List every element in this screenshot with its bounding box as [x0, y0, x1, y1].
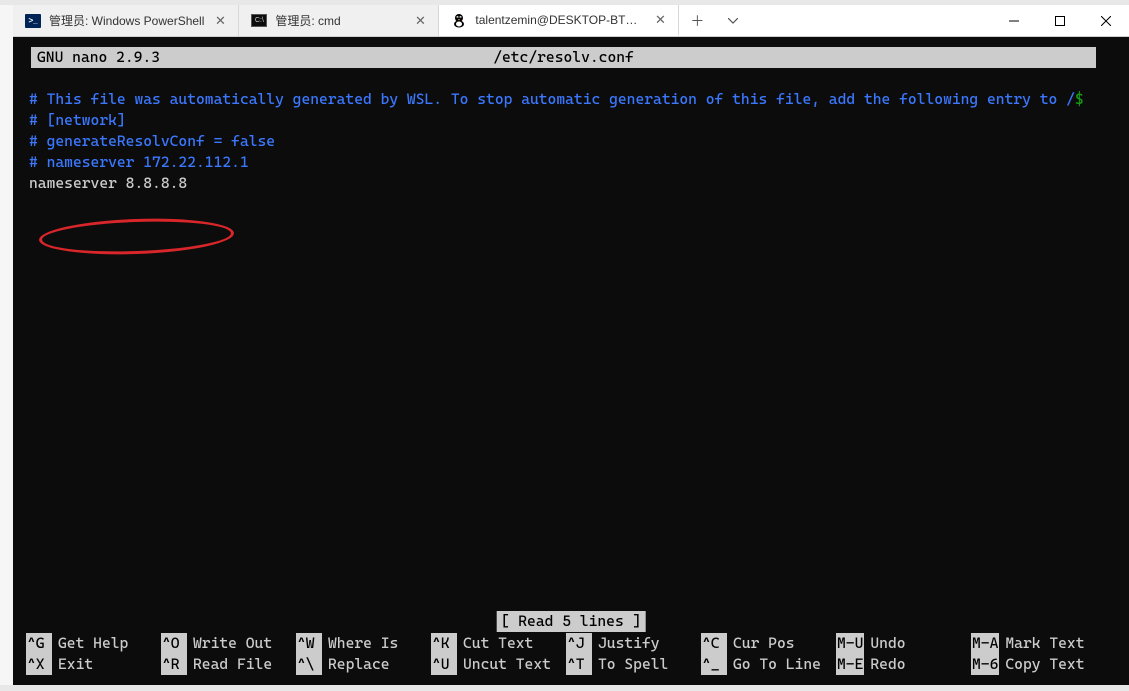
- annotation-circle: [38, 216, 234, 258]
- tab-actions: ＋: [679, 5, 751, 36]
- nano-titlebar: GNU nano 2.9.3 /etc/resolv.conf: [31, 47, 1096, 68]
- shortcut-write-out: ^OWrite Out: [161, 633, 296, 654]
- tux-icon: [451, 12, 467, 28]
- tab-label: 管理员: Windows PowerShell: [49, 12, 204, 29]
- tab-strip: >_ 管理员: Windows PowerShell ✕ C:\ 管理员: cm…: [13, 5, 679, 36]
- nano-version: GNU nano 2.9.3: [37, 47, 160, 68]
- window-controls: [991, 5, 1129, 36]
- file-line: # [network]: [29, 110, 1113, 131]
- nano-shortcuts: ^GGet Help ^XExit ^OWrite Out ^RRead Fil…: [26, 633, 1113, 675]
- nano-filename: /etc/resolv.conf: [493, 47, 634, 68]
- shortcut-copy-text: M-6Copy Text: [971, 654, 1106, 675]
- shortcut-undo: M-UUndo: [836, 633, 971, 654]
- shortcut-read-file: ^RRead File: [161, 654, 296, 675]
- shortcut-mark-text: M-AMark Text: [971, 633, 1106, 654]
- shortcut-uncut-text: ^UUncut Text: [431, 654, 566, 675]
- powershell-icon: >_: [25, 13, 41, 29]
- new-tab-button[interactable]: ＋: [679, 5, 715, 36]
- close-icon[interactable]: ✕: [212, 13, 228, 29]
- shortcut-justify: ^JJustify: [566, 633, 701, 654]
- shortcut-get-help: ^GGet Help: [26, 633, 161, 654]
- tab-cmd[interactable]: C:\ 管理员: cmd ✕: [239, 5, 439, 36]
- shortcut-replace: ^\Replace: [296, 654, 431, 675]
- titlebar: >_ 管理员: Windows PowerShell ✕ C:\ 管理员: cm…: [13, 5, 1129, 37]
- shortcut-exit: ^XExit: [26, 654, 161, 675]
- titlebar-spacer: [751, 5, 991, 36]
- file-line: # generateResolvConf = false: [29, 131, 1113, 152]
- close-window-button[interactable]: [1083, 5, 1129, 37]
- file-line: # nameserver 172.22.112.1: [29, 152, 1113, 173]
- file-line: # This file was automatically generated …: [29, 89, 1113, 110]
- file-line: nameserver 8.8.8.8: [29, 173, 1113, 194]
- tab-label: 管理员: cmd: [275, 12, 404, 29]
- terminal-area[interactable]: GNU nano 2.9.3 /etc/resolv.conf # This f…: [13, 37, 1129, 685]
- shortcut-to-spell: ^TTo Spell: [566, 654, 701, 675]
- terminal-window: >_ 管理员: Windows PowerShell ✕ C:\ 管理员: cm…: [13, 5, 1129, 685]
- tab-wsl[interactable]: talentzemin@DESKTOP-BTM0C ✕: [439, 5, 679, 36]
- shortcut-go-to-line: ^_Go To Line: [701, 654, 836, 675]
- tab-powershell[interactable]: >_ 管理员: Windows PowerShell ✕: [13, 5, 239, 36]
- tab-dropdown-button[interactable]: [715, 5, 751, 36]
- left-gutter: [0, 5, 13, 685]
- shortcut-redo: M-ERedo: [836, 654, 971, 675]
- maximize-button[interactable]: [1037, 5, 1083, 37]
- close-icon[interactable]: ✕: [412, 13, 428, 29]
- editor-content[interactable]: # This file was automatically generated …: [29, 89, 1113, 194]
- close-icon[interactable]: ✕: [652, 12, 668, 28]
- shortcut-cur-pos: ^CCur Pos: [701, 633, 836, 654]
- nano-status: [ Read 5 lines ]: [497, 611, 646, 632]
- cmd-icon: C:\: [251, 13, 267, 29]
- tab-label: talentzemin@DESKTOP-BTM0C: [475, 13, 644, 27]
- minimize-button[interactable]: [991, 5, 1037, 37]
- shortcut-where-is: ^WWhere Is: [296, 633, 431, 654]
- shortcut-cut-text: ^KCut Text: [431, 633, 566, 654]
